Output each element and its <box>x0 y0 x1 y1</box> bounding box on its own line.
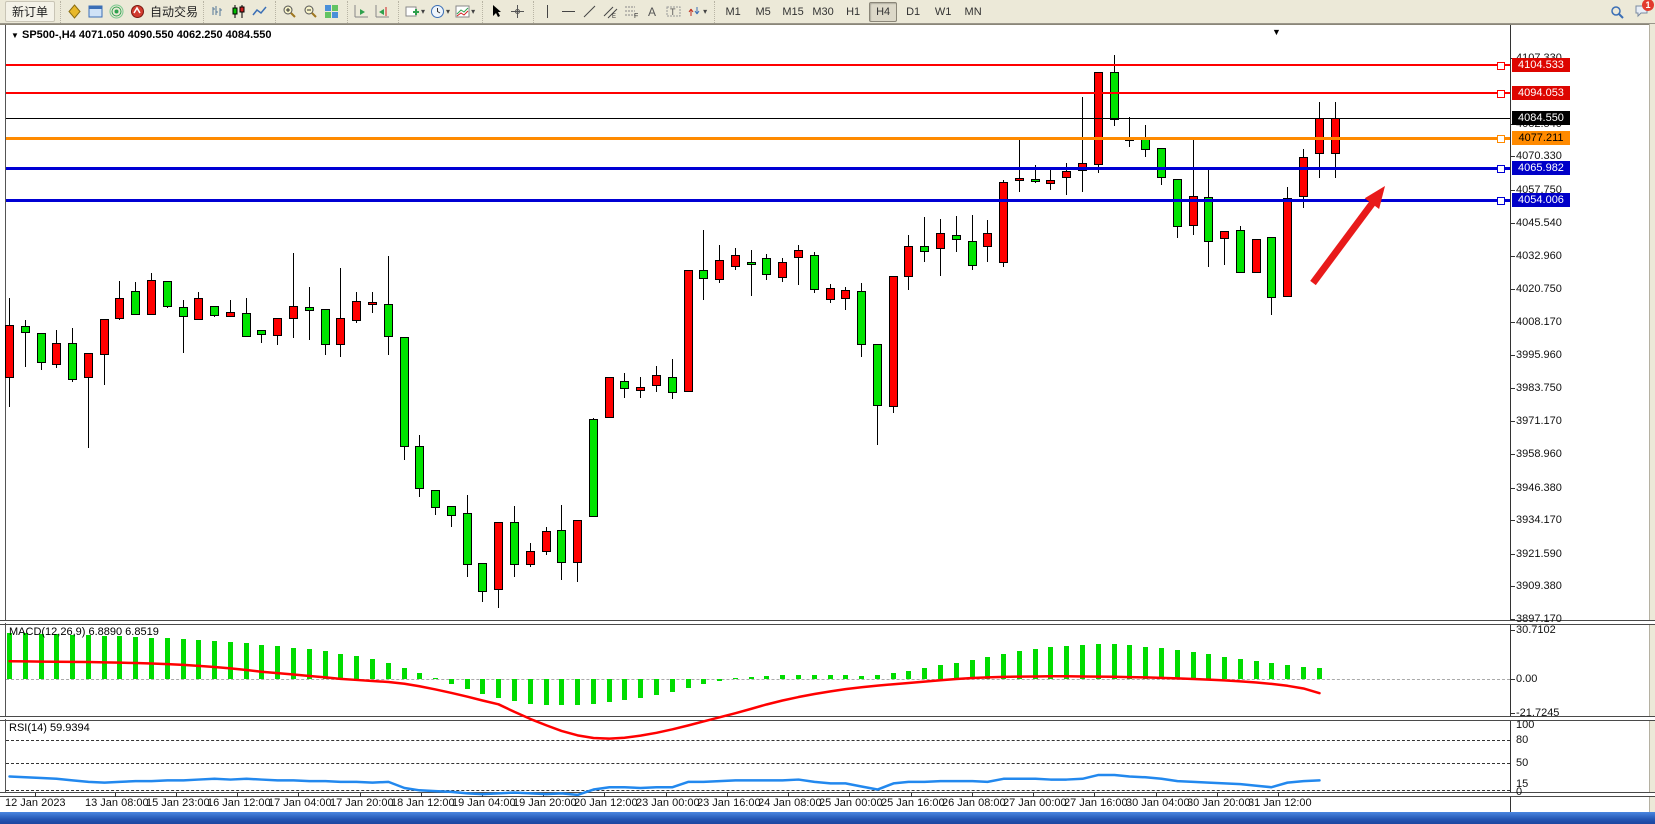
zoom-in-icon[interactable] <box>279 2 300 22</box>
price-label-badge: 4054.006 <box>1512 193 1570 207</box>
price-label-badge: 4084.550 <box>1512 111 1570 125</box>
candle-chart-icon[interactable] <box>228 2 249 22</box>
bar-chart-icon[interactable] <box>207 2 228 22</box>
templates-icon[interactable] <box>452 2 473 22</box>
timeframe-M30[interactable]: M30 <box>809 2 837 22</box>
search-icon[interactable] <box>1607 2 1628 22</box>
macd-signal-line <box>10 661 1320 738</box>
toolbar-group: 自动交易 <box>60 1 201 23</box>
timeframe-H4[interactable]: H4 <box>869 2 897 22</box>
macd-label: MACD(12,26,9) 6.8890 6.8519 <box>9 626 159 638</box>
data-window-icon[interactable] <box>85 2 106 22</box>
trendline-icon[interactable] <box>579 2 600 22</box>
tile-windows-icon[interactable] <box>321 2 342 22</box>
timeframe-H1[interactable]: H1 <box>839 2 867 22</box>
label-icon[interactable]: T <box>663 2 684 22</box>
main-toolbar: 新订单 自动交易 ▾ ▾ ▾ E F A T ▾ M1M5M15M30H1H4D1W1MN 1 <box>0 0 1655 24</box>
timeframe-W1[interactable]: W1 <box>929 2 957 22</box>
toolbar-right: 1 <box>1607 2 1649 22</box>
navigator-icon[interactable] <box>106 2 127 22</box>
svg-text:T: T <box>670 7 676 17</box>
toolbar-group <box>482 1 531 23</box>
price-label-badge: 4094.053 <box>1512 86 1570 100</box>
timeframe-M1[interactable]: M1 <box>719 2 747 22</box>
add-indicator-icon-dropdown[interactable]: ▾ <box>421 7 425 16</box>
chart-shift-icon[interactable] <box>372 2 393 22</box>
arrows-icon[interactable] <box>684 2 705 22</box>
toolbar-group <box>203 1 273 23</box>
timeframe-D1[interactable]: D1 <box>899 2 927 22</box>
cursor-icon[interactable] <box>486 2 507 22</box>
timeframe-MN[interactable]: MN <box>959 2 987 22</box>
svg-text:E: E <box>612 14 616 19</box>
notifications-button[interactable]: 1 <box>1634 3 1649 21</box>
add-indicator-icon[interactable] <box>402 2 423 22</box>
svg-text:A: A <box>648 5 656 19</box>
periods-icon[interactable] <box>427 2 448 22</box>
toolbar-group: E F A T ▾ <box>533 1 712 23</box>
periods-icon-dropdown[interactable]: ▾ <box>446 7 450 16</box>
templates-icon-dropdown[interactable]: ▾ <box>471 7 475 16</box>
rsi-label: RSI(14) 59.9394 <box>9 722 90 734</box>
channel-icon[interactable]: E <box>600 2 621 22</box>
autotrading-button[interactable]: 自动交易 <box>150 3 198 20</box>
trend-arrow-shaft[interactable] <box>1313 197 1377 283</box>
chart-window[interactable]: ▼ SP500-,H4 4071.050 4090.550 4062.250 4… <box>0 24 1655 813</box>
fibonacci-icon[interactable]: F <box>621 2 642 22</box>
notification-badge: 1 <box>1642 0 1654 11</box>
chart-overlay <box>0 25 1655 824</box>
new-order-button[interactable]: 新订单 <box>5 1 55 22</box>
text-icon[interactable]: A <box>642 2 663 22</box>
arrows-icon-dropdown[interactable]: ▾ <box>703 7 707 16</box>
timeframe-M15[interactable]: M15 <box>779 2 807 22</box>
price-label-badge: 4104.533 <box>1512 58 1570 72</box>
vline-icon[interactable] <box>537 2 558 22</box>
market-watch-icon[interactable] <box>64 2 85 22</box>
timeframe-M5[interactable]: M5 <box>749 2 777 22</box>
quote-header: ▼ SP500-,H4 4071.050 4090.550 4062.250 4… <box>8 29 275 41</box>
application-window: 新订单 自动交易 ▾ ▾ ▾ E F A T ▾ M1M5M15M30H1H4D1W1MN 1 ▼ S… <box>0 0 1655 824</box>
chevron-down-icon[interactable]: ▼ <box>11 31 19 40</box>
price-label-badge: 4065.982 <box>1512 161 1570 175</box>
toolbar-group <box>275 1 345 23</box>
hline-icon[interactable] <box>558 2 579 22</box>
chart-shift-marker[interactable]: ▼ <box>1272 27 1281 37</box>
rsi-line <box>10 775 1320 795</box>
autotrade-icon[interactable] <box>127 2 148 22</box>
zoom-out-icon[interactable] <box>300 2 321 22</box>
toolbar-group: 新订单 <box>2 1 58 23</box>
toolbar-group: M1M5M15M30H1H4D1W1MN <box>714 1 991 23</box>
svg-text:F: F <box>634 13 638 19</box>
toolbar-group: ▾ ▾ ▾ <box>398 1 480 23</box>
price-label-badge: 4077.211 <box>1512 131 1570 145</box>
crosshair-icon[interactable] <box>507 2 528 22</box>
auto-scroll-icon[interactable] <box>351 2 372 22</box>
toolbar-group <box>347 1 396 23</box>
line-chart-icon[interactable] <box>249 2 270 22</box>
